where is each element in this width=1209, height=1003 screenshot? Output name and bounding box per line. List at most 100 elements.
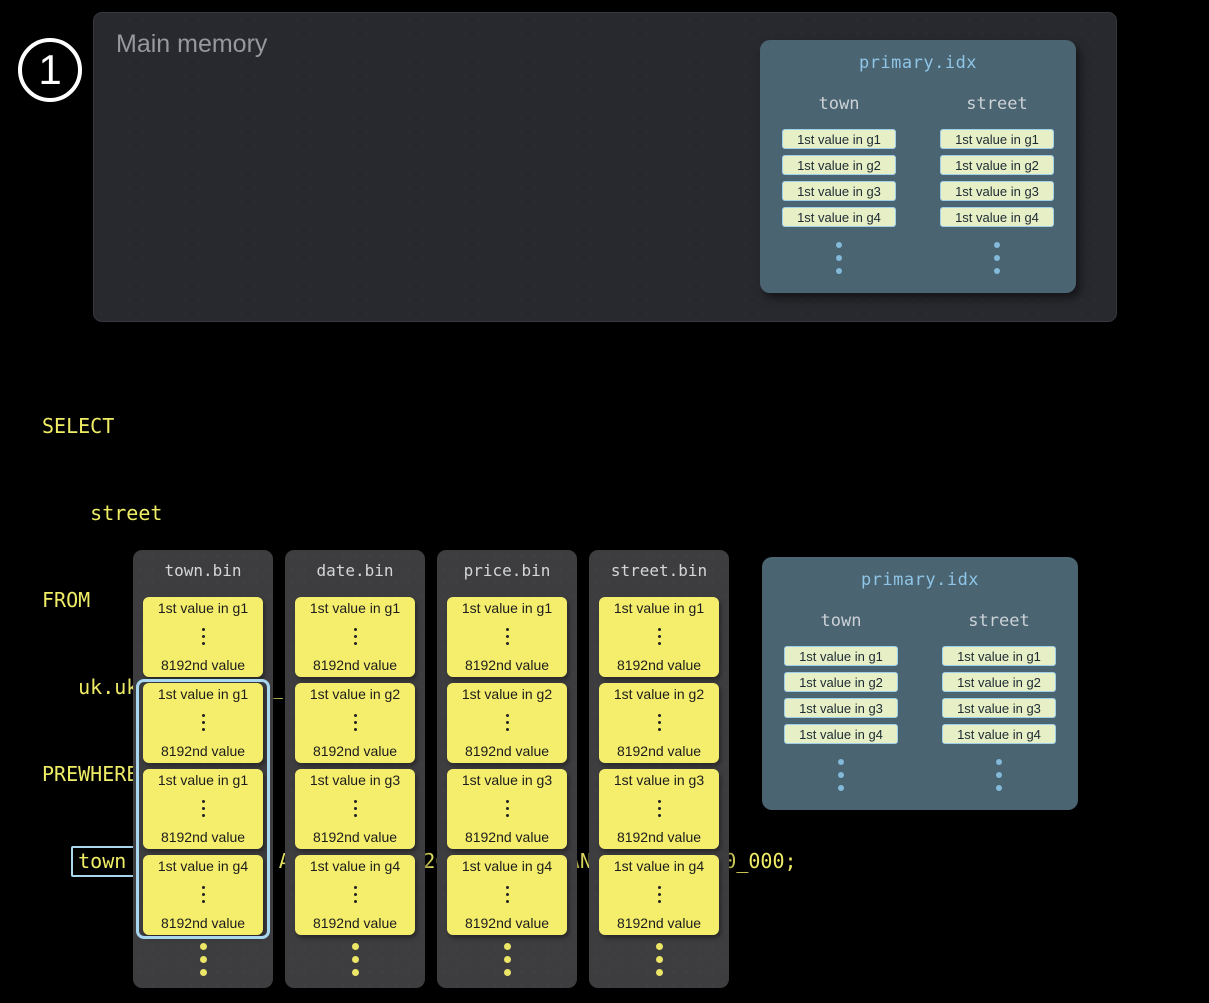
granule-cell: 1st value in g3 8192nd value [599,769,719,849]
granule-first-value: 1st value in g1 [158,600,248,616]
granule-last-value: 8192nd value [313,829,397,845]
granule-last-value: 8192nd value [313,743,397,759]
index-column-header: street [966,94,1027,114]
granule-cell: 1st value in g4 8192nd value [143,855,263,935]
granule-ellipsis-icon [202,800,205,817]
index-column-header: town [819,94,860,114]
index-column-town: town 1st value in g1 1st value in g2 1st… [760,94,918,274]
index-cell: 1st value in g3 [940,181,1054,201]
bin-ellipsis-dots-icon [285,943,425,976]
granule-ellipsis-icon [658,886,661,903]
index-column-town: town 1st value in g1 1st value in g2 1st… [762,611,920,791]
granule-ellipsis-icon [658,800,661,817]
granule-cell: 1st value in g1 8192nd value [447,597,567,677]
granule-first-value: 1st value in g1 [614,600,704,616]
granule-first-value: 1st value in g4 [158,858,248,874]
index-cell: 1st value in g1 [940,129,1054,149]
index-column-street: street 1st value in g1 1st value in g2 1… [918,94,1076,274]
index-cell: 1st value in g3 [782,181,896,201]
index-cell: 1st value in g4 [784,724,898,744]
granule-cell: 1st value in g4 8192nd value [295,855,415,935]
granule-ellipsis-icon [506,800,509,817]
index-cell: 1st value in g3 [942,698,1056,718]
granule-ellipsis-icon [354,714,357,731]
granule-first-value: 1st value in g3 [462,772,552,788]
ellipsis-dots-icon [994,242,1000,274]
index-cell: 1st value in g3 [784,698,898,718]
granule-ellipsis-icon [354,628,357,645]
ellipsis-dots-icon [996,759,1002,791]
bin-ellipsis-dots-icon [133,943,273,976]
granule-cell: 1st value in g4 8192nd value [599,855,719,935]
granule-first-value: 1st value in g1 [158,772,248,788]
granule-ellipsis-icon [202,714,205,731]
bin-title: town.bin [133,550,273,580]
index-cell: 1st value in g4 [782,207,896,227]
step-number-badge: 1 [18,38,82,102]
bin-file-town: town.bin 1st value in g1 8192nd value 1s… [133,550,273,988]
granule-last-value: 8192nd value [465,657,549,673]
granule-last-value: 8192nd value [465,915,549,931]
primary-index-title: primary.idx [762,557,1078,590]
granule-last-value: 8192nd value [313,657,397,673]
index-cell: 1st value in g1 [782,129,896,149]
granule-first-value: 1st value in g4 [462,858,552,874]
granule-last-value: 8192nd value [313,915,397,931]
granule-cell: 1st value in g2 8192nd value [447,683,567,763]
primary-index-columns: town 1st value in g1 1st value in g2 1st… [762,611,1078,791]
granule-stack: 1st value in g1 8192nd value 1st value i… [295,597,415,935]
index-cell: 1st value in g1 [784,646,898,666]
main-memory-label: Main memory [116,30,267,59]
ellipsis-dots-icon [836,242,842,274]
bin-ellipsis-dots-icon [589,943,729,976]
granule-last-value: 8192nd value [465,743,549,759]
granule-cell: 1st value in g4 8192nd value [447,855,567,935]
granule-ellipsis-icon [658,714,661,731]
granule-ellipsis-icon [202,886,205,903]
granule-last-value: 8192nd value [161,915,245,931]
granule-ellipsis-icon [506,714,509,731]
granule-ellipsis-icon [354,886,357,903]
granule-cell: 1st value in g1 8192nd value [295,597,415,677]
index-column-header: town [821,611,862,631]
index-column-header: street [968,611,1029,631]
granule-last-value: 8192nd value [617,743,701,759]
granule-cell: 1st value in g1 8192nd value [143,683,263,763]
granule-cell: 1st value in g1 8192nd value [143,769,263,849]
primary-index-panel-memory: primary.idx town 1st value in g1 1st val… [760,40,1076,293]
ellipsis-dots-icon [838,759,844,791]
granule-last-value: 8192nd value [617,915,701,931]
granule-stack: 1st value in g1 8192nd value 1st value i… [447,597,567,935]
granule-last-value: 8192nd value [161,743,245,759]
granule-ellipsis-icon [354,800,357,817]
granule-ellipsis-icon [658,628,661,645]
granule-cell: 1st value in g2 8192nd value [599,683,719,763]
index-cell: 1st value in g4 [940,207,1054,227]
bin-ellipsis-dots-icon [437,943,577,976]
primary-index-panel-disk: primary.idx town 1st value in g1 1st val… [762,557,1078,810]
granule-first-value: 1st value in g2 [310,686,400,702]
bin-file-street: street.bin 1st value in g1 8192nd value … [589,550,729,988]
granule-first-value: 1st value in g3 [310,772,400,788]
granule-last-value: 8192nd value [161,657,245,673]
granule-last-value: 8192nd value [465,829,549,845]
bin-file-price: price.bin 1st value in g1 8192nd value 1… [437,550,577,988]
granule-cell: 1st value in g3 8192nd value [295,769,415,849]
granule-last-value: 8192nd value [617,657,701,673]
granule-ellipsis-icon [202,628,205,645]
sql-line: SELECT [42,412,797,441]
index-column-street: street 1st value in g1 1st value in g2 1… [920,611,1078,791]
granule-ellipsis-icon [506,628,509,645]
granule-ellipsis-icon [506,886,509,903]
bin-title: street.bin [589,550,729,580]
granule-first-value: 1st value in g2 [614,686,704,702]
index-cell: 1st value in g1 [942,646,1056,666]
granule-first-value: 1st value in g2 [462,686,552,702]
granule-cell: 1st value in g1 8192nd value [599,597,719,677]
bin-title: date.bin [285,550,425,580]
granule-first-value: 1st value in g1 [462,600,552,616]
primary-index-title: primary.idx [760,40,1076,73]
granule-first-value: 1st value in g1 [310,600,400,616]
granule-first-value: 1st value in g4 [310,858,400,874]
granule-stack: 1st value in g1 8192nd value 1st value i… [143,597,263,935]
